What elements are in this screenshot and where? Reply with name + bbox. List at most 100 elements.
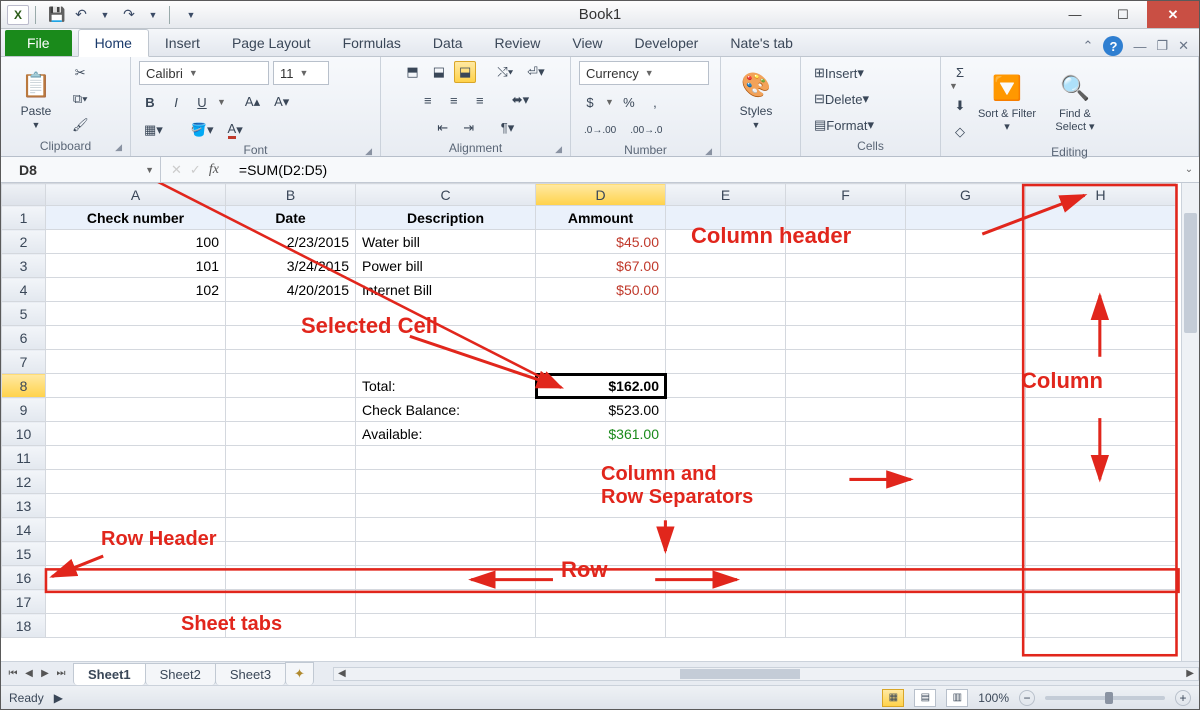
italic-button[interactable]: I [165,91,187,113]
cell-H4[interactable] [1026,278,1176,302]
cell-G1[interactable] [906,206,1026,230]
row-header-7[interactable]: 7 [2,350,46,374]
close-button[interactable]: ✕ [1147,1,1199,28]
cell-H2[interactable] [1026,230,1176,254]
delete-cells-button[interactable]: ⊟ Delete ▾ [809,88,874,110]
cell-B15[interactable] [226,542,356,566]
fx-icon[interactable]: fx [209,162,225,178]
cell-B14[interactable] [226,518,356,542]
sheet-tab-sheet1[interactable]: Sheet1 [73,663,146,685]
cell-G9[interactable] [906,398,1026,422]
cell-C13[interactable] [356,494,536,518]
cell-A14[interactable] [46,518,226,542]
cell-B3[interactable]: 3/24/2015 [226,254,356,278]
file-tab[interactable]: File [5,30,72,56]
select-all-corner[interactable] [2,184,46,206]
borders-icon[interactable]: ▦▾ [139,119,168,141]
cell-H18[interactable] [1026,614,1176,638]
normal-view-button[interactable]: ▦ [882,689,904,707]
cell-C10[interactable]: Available: [356,422,536,446]
align-center-icon[interactable]: ≡ [443,89,465,111]
cell-G17[interactable] [906,590,1026,614]
cell-G2[interactable] [906,230,1026,254]
cell-C3[interactable]: Power bill [356,254,536,278]
tab-formulas[interactable]: Formulas [327,30,417,56]
cell-A5[interactable] [46,302,226,326]
wrap-text-icon[interactable]: ⏎▾ [522,61,549,83]
cell-H6[interactable] [1026,326,1176,350]
cell-C16[interactable] [356,566,536,590]
cell-A2[interactable]: 100 [46,230,226,254]
cell-C8[interactable]: Total: [356,374,536,398]
cell-F3[interactable] [786,254,906,278]
page-layout-view-button[interactable]: ▤ [914,689,936,707]
orientation-icon[interactable]: ⤭▾ [492,61,518,83]
font-family-combo[interactable]: Calibri▼ [139,61,269,85]
cell-A17[interactable] [46,590,226,614]
cell-H16[interactable] [1026,566,1176,590]
cell-F9[interactable] [786,398,906,422]
format-cells-button[interactable]: ▤ Format ▾ [809,114,879,136]
enter-formula-icon[interactable]: ✓ [190,162,201,178]
row-header-11[interactable]: 11 [2,446,46,470]
fill-icon[interactable]: ⬇ [949,95,971,117]
styles-button[interactable]: 🎨 Styles ▼ [729,62,783,136]
align-right-icon[interactable]: ≡ [469,89,491,111]
cell-G18[interactable] [906,614,1026,638]
cell-C14[interactable] [356,518,536,542]
bold-button[interactable]: B [139,91,161,113]
cell-F1[interactable] [786,206,906,230]
cell-B1[interactable]: Date [226,206,356,230]
column-header-G[interactable]: G [906,184,1026,206]
paste-button[interactable]: 📋 Paste ▼ [9,62,63,136]
dialog-launcher-icon[interactable]: ◢ [115,142,122,153]
number-format-combo[interactable]: Currency▼ [579,61,709,85]
dialog-launcher-icon[interactable]: ◢ [365,146,372,157]
cell-H8[interactable] [1026,374,1176,398]
cell-B13[interactable] [226,494,356,518]
cell-C7[interactable] [356,350,536,374]
row-header-15[interactable]: 15 [2,542,46,566]
prev-sheet-icon[interactable]: ◀ [21,668,37,679]
cell-E9[interactable] [666,398,786,422]
qat-customize-icon[interactable]: ▼ [181,6,201,24]
decrease-indent-icon[interactable]: ⇤ [432,117,454,139]
decrease-decimal-icon[interactable]: .00→.0 [625,119,667,141]
cell-E16[interactable] [666,566,786,590]
row-header-4[interactable]: 4 [2,278,46,302]
row-header-12[interactable]: 12 [2,470,46,494]
cell-A10[interactable] [46,422,226,446]
cell-D5[interactable] [536,302,666,326]
insert-cells-button[interactable]: ⊞ Insert ▾ [809,62,869,84]
cell-D12[interactable] [536,470,666,494]
cell-H3[interactable] [1026,254,1176,278]
row-header-6[interactable]: 6 [2,326,46,350]
cell-G8[interactable] [906,374,1026,398]
cell-A1[interactable]: Check number [46,206,226,230]
cell-H13[interactable] [1026,494,1176,518]
row-header-16[interactable]: 16 [2,566,46,590]
cell-E2[interactable] [666,230,786,254]
underline-button[interactable]: U [191,91,213,113]
column-header-A[interactable]: A [46,184,226,206]
cell-F7[interactable] [786,350,906,374]
cell-C4[interactable]: Internet Bill [356,278,536,302]
cell-G5[interactable] [906,302,1026,326]
cell-E1[interactable] [666,206,786,230]
cell-B7[interactable] [226,350,356,374]
cell-G13[interactable] [906,494,1026,518]
cell-A4[interactable]: 102 [46,278,226,302]
cell-E17[interactable] [666,590,786,614]
cell-C12[interactable] [356,470,536,494]
cell-A15[interactable] [46,542,226,566]
fill-color-icon[interactable]: 🪣▾ [186,119,219,141]
cell-G7[interactable] [906,350,1026,374]
align-top-icon[interactable]: ⬒ [401,61,423,83]
cell-H10[interactable] [1026,422,1176,446]
cell-B18[interactable] [226,614,356,638]
row-header-17[interactable]: 17 [2,590,46,614]
cell-D11[interactable] [536,446,666,470]
format-painter-icon[interactable]: 🖌 [67,114,94,136]
tab-view[interactable]: View [556,30,618,56]
row-header-13[interactable]: 13 [2,494,46,518]
